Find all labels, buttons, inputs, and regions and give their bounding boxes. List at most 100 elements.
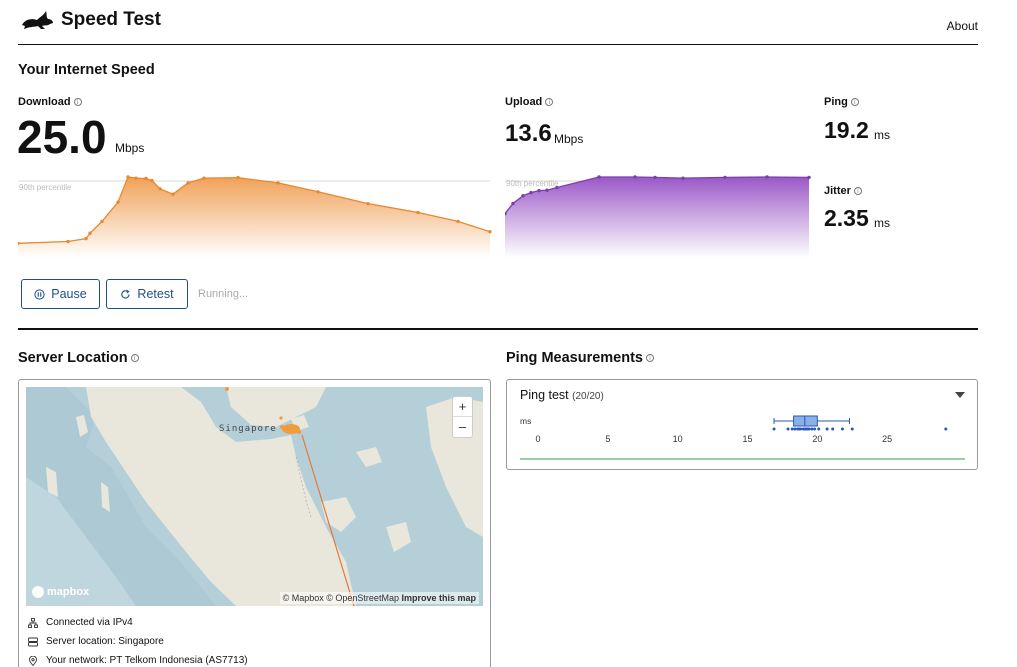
ping-test-count: (20/20) [572,391,604,402]
ping-sample-point [944,427,948,431]
network-text: Your network: PT Telkom Indonesia (AS771… [46,655,248,666]
chart-point [144,176,148,181]
ping-tick-label: 20 [812,434,822,444]
chart-point [88,231,92,235]
improve-map-link[interactable]: Improve this map [401,593,476,603]
zoom-out-button[interactable]: – [453,417,472,437]
chart-point [186,181,190,185]
ping-tick-label: 10 [673,434,683,444]
upload-unit: Mbps [554,132,584,146]
ping-sample-point [790,427,794,431]
section-divider [18,328,978,330]
chevron-down-icon[interactable] [955,392,965,398]
jitter-value: 2.35 [824,205,869,231]
connection-info: Connected via IPv4 [28,617,133,628]
chart-point [529,190,533,195]
ping-tick-label: 0 [535,434,540,444]
server-map[interactable]: Singapore + – mapbox © Mapbox © OpenStre… [26,387,483,606]
ping-axis-ticks: 0 5 10 15 20 25 [535,434,892,444]
map-city-label: Singapore [219,424,277,434]
chart-point [134,176,138,180]
server-map-panel: Singapore + – mapbox © Mapbox © OpenStre… [18,379,491,667]
download-unit: Mbps [115,141,145,155]
download-chart: 90th percentile [18,175,492,258]
ping-sample-point [840,427,844,431]
chart-point [545,188,549,192]
chart-point [765,175,769,179]
info-icon[interactable]: i [73,98,82,107]
refresh-icon [121,289,130,299]
ping-measurements-panel: Ping test (20/20) ms 0 5 10 15 20 25 [506,379,978,470]
status-text: Running... [198,288,249,300]
chart-point [597,175,601,179]
chart-point [158,187,162,191]
download-value: 25.0 [17,111,107,163]
attribution-osm-link[interactable]: © OpenStreetMap [326,593,399,603]
chart-point [653,175,657,180]
network-icon [28,617,38,628]
rabbit-logo-icon [22,11,53,29]
chart-point [316,190,320,194]
ping-sample-point [825,427,829,431]
app-title: Speed Test [61,9,161,30]
server-section-title: Server Location i [18,350,139,366]
chart-point [681,176,685,180]
upload-chart: 90th percentile [505,175,811,258]
upload-value: 13.6 [505,120,552,147]
mapbox-logo-icon [32,586,44,598]
map-canvas [26,387,483,606]
ping-section-title: Ping Measurements i [506,350,654,366]
chart-point [537,188,541,193]
info-icon[interactable]: i [853,187,862,196]
map-attribution: © Mapbox © OpenStreetMap Improve this ma… [279,592,479,604]
chart-point [66,239,70,244]
chart-point [171,192,175,196]
zoom-in-button[interactable]: + [453,397,472,417]
chart-point [116,200,120,204]
ping-test-title: Ping test (20/20) [520,388,604,402]
chart-point [555,185,559,190]
network-info: Your network: PT Telkom Indonesia (AS771… [28,655,248,666]
download-area [18,177,490,258]
jitter-label: Jitter i [824,185,862,197]
iqr-box [793,415,818,427]
location-pin-icon [29,655,37,666]
chart-point [807,175,811,180]
ping-chart: ms 0 5 10 15 20 25 [520,415,965,460]
chart-point [488,230,492,234]
percentile-label: 90th percentile [19,183,72,192]
ping-value: 19.2 [824,117,869,143]
retest-label: Retest [137,287,174,301]
percentile-label: 90th percentile [506,179,559,188]
ping-tick-label: 5 [605,434,610,444]
mapbox-logo[interactable]: mapbox [32,586,89,598]
app-header: Speed Test About [18,0,978,45]
info-icon[interactable]: i [545,98,554,107]
ping-sample-point [813,427,817,431]
chart-point [202,176,206,180]
ping-points [772,427,948,431]
speed-section-title: Your Internet Speed [18,62,155,78]
ping-sample-point [817,427,821,431]
chart-point [633,175,637,179]
info-icon[interactable]: i [130,354,139,363]
map-zoom-control: + – [452,396,473,438]
mapbox-logo-text: mapbox [47,586,90,598]
chart-point [126,175,130,179]
info-icon[interactable]: i [850,98,859,107]
about-link[interactable]: About [947,19,978,33]
attribution-mapbox-link[interactable]: © Mapbox [283,593,324,603]
chart-point [511,201,515,206]
server-location-info: Server location: Singapore [28,636,164,647]
chart-point [276,181,280,185]
ping-sample-point [786,427,790,431]
retest-button[interactable]: Retest [106,279,188,309]
ping-sample-point [810,427,814,431]
ping-sample-point [807,427,811,431]
pause-label: Pause [51,287,87,301]
pause-button[interactable]: Pause [21,279,100,309]
info-icon[interactable]: i [646,354,654,363]
ping-label: Ping i [824,96,859,108]
ping-tick-label: 15 [742,434,752,444]
pause-icon [34,288,45,300]
